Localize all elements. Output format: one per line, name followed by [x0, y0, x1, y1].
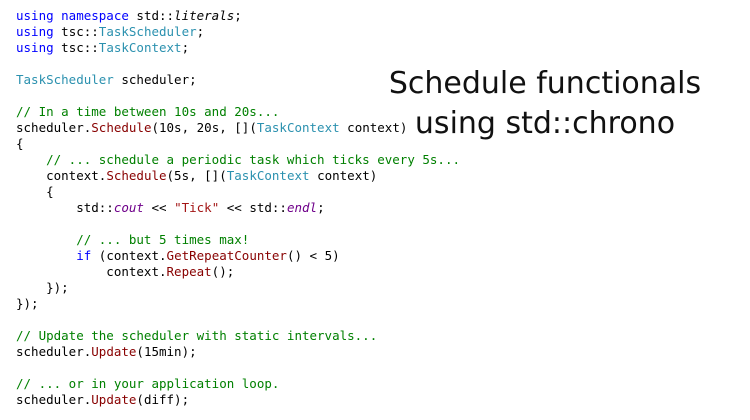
code-line: scheduler.Update(15min); [16, 344, 460, 360]
code-line: using namespace std::literals; [16, 8, 460, 24]
code-token: TaskContext [256, 120, 340, 135]
code-token: TaskContext [226, 168, 310, 183]
code-token: scheduler; [113, 72, 197, 87]
code-token: GetRepeatCounter [166, 248, 287, 263]
code-token: using namespace [16, 8, 129, 23]
code-comment: // ... but 5 times max! [16, 232, 250, 247]
code-token: Repeat [166, 264, 212, 279]
code-token: << [143, 200, 175, 215]
code-token: context) [309, 168, 378, 183]
code-token: if [76, 248, 92, 263]
code-token: scheduler. [16, 392, 92, 407]
code-token: (diff); [136, 392, 190, 407]
code-token: << std:: [219, 200, 287, 215]
code-line: context.Schedule(5s, [](TaskContext cont… [16, 168, 460, 184]
code-token: TaskScheduler [98, 24, 197, 39]
code-token: scheduler. [16, 120, 92, 135]
code-token: "Tick" [174, 200, 220, 215]
code-token: context. [16, 168, 107, 183]
code-token: () < 5) [286, 248, 340, 263]
code-token: cout [113, 200, 144, 215]
code-token: (10s, 20s, []( [151, 120, 257, 135]
code-token: TaskScheduler [16, 72, 114, 87]
code-line: { [16, 184, 54, 199]
code-token: context. [16, 264, 167, 279]
code-token: Schedule [91, 120, 152, 135]
code-token: Schedule [106, 168, 167, 183]
code-line: if (context.GetRepeatCounter() < 5) [16, 248, 460, 264]
code-comment: // ... schedule a periodic task which ti… [16, 152, 461, 167]
code-token: literals [174, 8, 235, 23]
code-token: ; [234, 8, 242, 23]
code-line: context.Repeat(); [16, 264, 460, 280]
code-line: }); [16, 296, 39, 311]
code-line: using tsc::TaskScheduler; [16, 24, 460, 40]
code-token: (5s, []( [166, 168, 227, 183]
code-token: tsc:: [53, 24, 99, 39]
code-token: std:: [16, 200, 114, 215]
code-token: (15min); [136, 344, 197, 359]
code-token: ; [181, 40, 190, 55]
code-token: using [16, 24, 54, 39]
code-token: std:: [128, 8, 175, 23]
code-line: using tsc::TaskContext; [16, 40, 460, 56]
code-token: endl [286, 200, 318, 215]
code-token: using [16, 40, 54, 55]
caption-line-2: using std::chrono [414, 106, 676, 141]
code-token: scheduler. [16, 344, 92, 359]
code-token: tsc:: [53, 40, 99, 55]
code-token: (context. [91, 248, 167, 263]
code-token: ; [317, 200, 325, 215]
code-token: Update [91, 344, 137, 359]
caption-line-1: Schedule functionals [388, 66, 702, 101]
code-comment: // Update the scheduler with static inte… [16, 328, 378, 343]
code-line: scheduler.Update(diff); [16, 392, 460, 408]
code-token: (); [211, 264, 235, 279]
code-token: ; [196, 24, 205, 39]
code-comment: // ... or in your application loop. [16, 376, 280, 391]
code-token: TaskContext [98, 40, 182, 55]
code-line: std::cout << "Tick" << std::endl; [16, 200, 460, 216]
code-line: }); [16, 280, 69, 295]
code-token: Update [91, 392, 137, 407]
caption: Schedule functionals using std::chrono [380, 64, 710, 144]
